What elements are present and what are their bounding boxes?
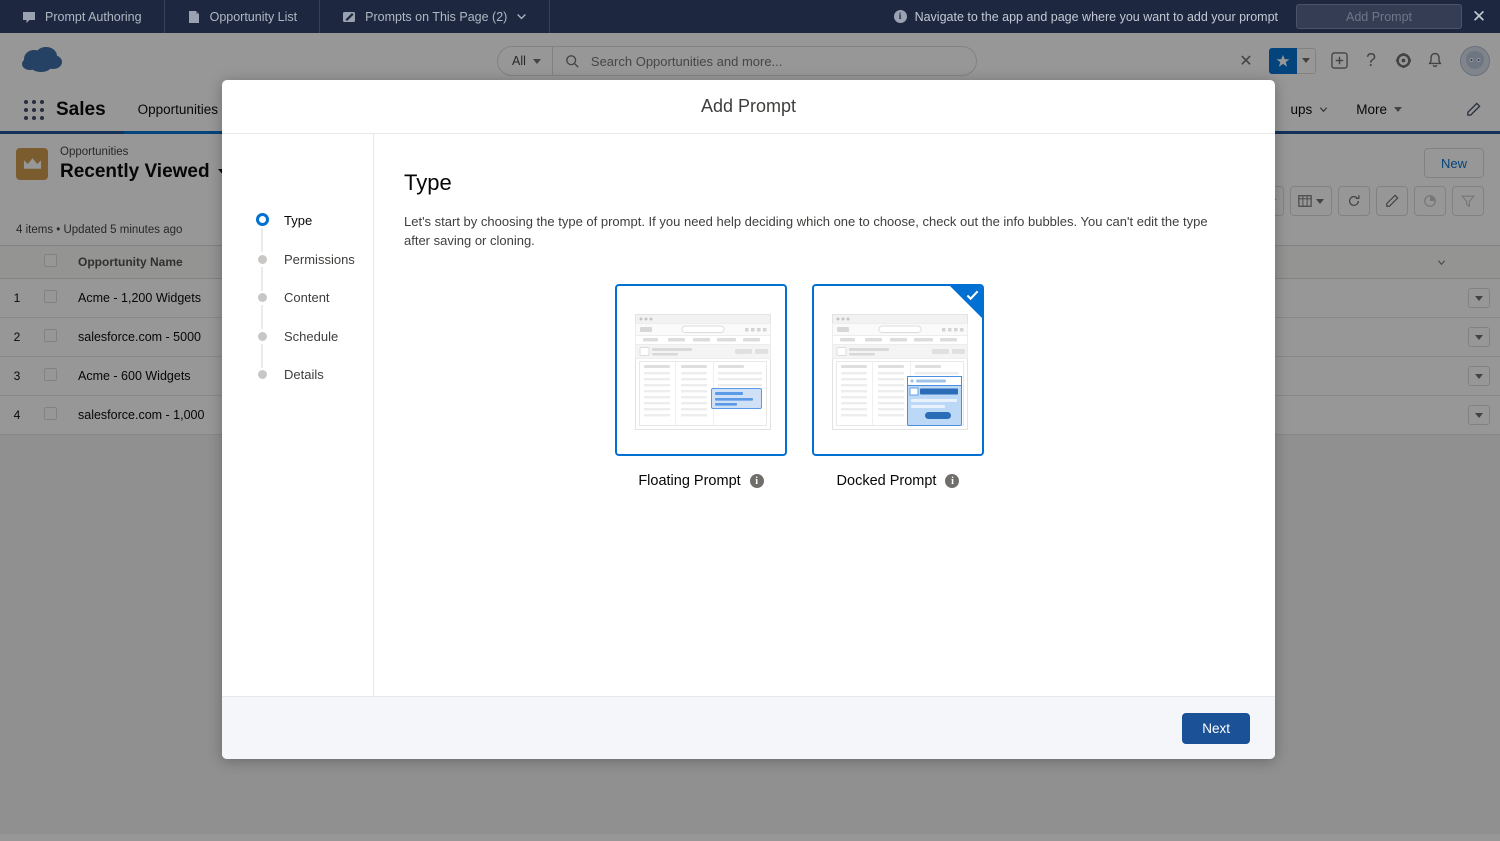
step-dot-active-icon (256, 213, 269, 226)
docked-prompt-label-row: Docked Prompt i (812, 473, 984, 489)
document-icon (187, 10, 201, 24)
floating-prompt-label-row: Floating Prompt i (615, 473, 787, 489)
wizard-step-permissions[interactable]: Permissions (252, 251, 373, 290)
page-description: Let's start by choosing the type of prom… (404, 212, 1235, 250)
floating-prompt-illustration (635, 314, 771, 430)
docked-prompt-card[interactable] (812, 284, 984, 456)
add-prompt-button[interactable]: Add Prompt (1296, 4, 1462, 29)
authoring-hint: i Navigate to the app and page where you… (894, 10, 1296, 24)
wizard-step-type[interactable]: Type (252, 212, 373, 251)
authoring-bar-actions: i Navigate to the app and page where you… (894, 0, 1500, 33)
modal-footer: Next (222, 696, 1275, 759)
tab-opportunity-list[interactable]: Opportunity List (165, 0, 321, 33)
step-label: Permissions (284, 251, 355, 268)
prompt-type-options: Floating Prompt i (404, 284, 1235, 489)
tab-label: Prompts on This Page (2) (365, 10, 507, 24)
close-authoring-icon[interactable]: ✕ (1462, 0, 1496, 33)
chevron-down-icon (516, 11, 527, 22)
step-dot-icon (258, 255, 267, 264)
modal-title: Add Prompt (701, 96, 796, 117)
next-button[interactable]: Next (1182, 713, 1250, 744)
step-label: Schedule (284, 328, 338, 345)
tab-label: Opportunity List (210, 10, 298, 24)
option-floating-prompt: Floating Prompt i (615, 284, 787, 489)
authoring-hint-text: Navigate to the app and page where you w… (915, 10, 1278, 24)
wizard-step-schedule[interactable]: Schedule (252, 328, 373, 367)
wizard-step-details[interactable]: Details (252, 366, 373, 405)
modal-content: Type Let's start by choosing the type of… (374, 134, 1275, 696)
tab-prompt-authoring[interactable]: Prompt Authoring (0, 0, 165, 33)
option-docked-prompt: Docked Prompt i (812, 284, 984, 489)
step-dot-icon (258, 370, 267, 379)
tab-label: Prompt Authoring (45, 10, 142, 24)
wizard-progress-indicator: Type Permissions Content Schedule Detail… (222, 134, 374, 696)
option-label: Floating Prompt (638, 473, 740, 489)
step-label: Details (284, 366, 324, 383)
wizard-step-content[interactable]: Content (252, 289, 373, 328)
modal-body: Type Permissions Content Schedule Detail… (222, 134, 1275, 696)
page-title: Type (404, 170, 1235, 196)
prompt-icon (342, 10, 356, 24)
step-label: Content (284, 289, 330, 306)
tab-prompts-on-this-page[interactable]: Prompts on This Page (2) (320, 0, 550, 33)
prompt-authoring-bar: Prompt Authoring Opportunity List Prompt… (0, 0, 1500, 33)
info-icon[interactable]: i (750, 474, 764, 488)
speech-bubble-icon (22, 10, 36, 24)
option-label: Docked Prompt (837, 473, 937, 489)
floating-prompt-card[interactable] (615, 284, 787, 456)
modal-header: Add Prompt (222, 80, 1275, 134)
info-icon: i (894, 10, 907, 23)
info-icon[interactable]: i (945, 474, 959, 488)
add-prompt-modal: Add Prompt Type Permissions Content (222, 80, 1275, 759)
check-icon (966, 289, 979, 302)
step-label: Type (284, 212, 312, 229)
docked-prompt-illustration (832, 314, 968, 430)
step-dot-icon (258, 293, 267, 302)
step-dot-icon (258, 332, 267, 341)
